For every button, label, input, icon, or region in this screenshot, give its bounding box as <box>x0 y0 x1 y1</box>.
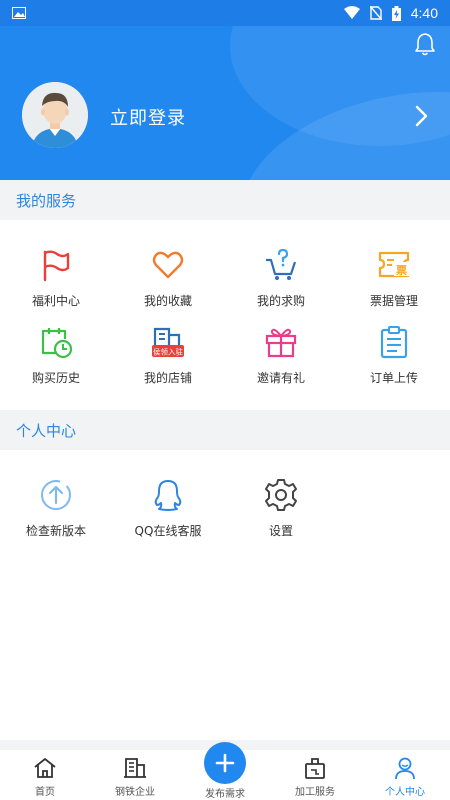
ticket-icon: 票 <box>378 251 410 278</box>
tab-label: 加工服务 <box>295 787 335 798</box>
service-label: 我的求购 <box>256 294 305 308</box>
store-badge: 侯领入驻 <box>153 347 183 357</box>
section-title-personal-center: 个人中心 <box>0 410 450 450</box>
personal-item-qq-service[interactable]: QQ在线客服 <box>112 478 224 539</box>
plus-icon <box>215 753 235 773</box>
personal-item-settings[interactable]: 设置 <box>225 478 337 539</box>
image-notification-icon <box>12 7 26 19</box>
personal-label: QQ在线客服 <box>134 524 202 538</box>
service-label: 邀请有礼 <box>256 371 305 385</box>
avatar[interactable] <box>22 82 88 148</box>
processing-icon <box>305 758 325 779</box>
bell-icon[interactable] <box>414 32 436 56</box>
gift-icon <box>265 328 297 358</box>
building-icon <box>124 758 146 778</box>
battery-icon <box>391 5 401 21</box>
status-bar: 4:40 <box>0 0 450 26</box>
status-time: 4:40 <box>410 5 438 21</box>
login-link[interactable]: 立即登录 <box>110 104 186 130</box>
service-item-purchase-history[interactable]: 购买历史 <box>0 325 112 386</box>
gear-icon <box>265 479 297 511</box>
wifi-icon <box>343 6 360 19</box>
personal-label: 检查新版本 <box>25 524 86 538</box>
tab-label: 钢铁企业 <box>115 787 155 798</box>
ticket-badge: 票 <box>396 264 407 277</box>
tab-label: 个人中心 <box>385 787 425 798</box>
service-item-my-store[interactable]: 侯领入驻 我的店铺 <box>112 325 224 386</box>
service-item-order-upload[interactable]: 订单上传 <box>338 325 450 386</box>
person-icon <box>395 757 415 780</box>
service-item-purchase-request[interactable]: 我的求购 <box>225 248 337 309</box>
tab-steel-enterprises[interactable]: 钢铁企业 <box>90 756 180 798</box>
service-label: 票据管理 <box>369 294 418 308</box>
service-item-ticket-management[interactable]: 票 票据管理 <box>338 248 450 309</box>
tab-label: 首页 <box>35 787 55 798</box>
section-title-my-services: 我的服务 <box>0 180 450 220</box>
service-label: 我的收藏 <box>143 294 192 308</box>
upload-circle-icon <box>41 480 71 510</box>
service-label: 福利中心 <box>31 294 80 308</box>
service-item-invite-gift[interactable]: 邀请有礼 <box>225 325 337 386</box>
store-icon: 侯领入驻 <box>152 327 184 357</box>
personal-item-check-update[interactable]: 检查新版本 <box>0 478 112 539</box>
cart-question-icon <box>266 248 297 280</box>
clipboard-icon <box>380 326 408 359</box>
profile-header: 立即登录 <box>0 26 450 180</box>
chevron-right-icon[interactable] <box>414 104 430 128</box>
tab-processing-services[interactable]: 加工服务 <box>270 756 360 798</box>
tab-personal-center[interactable]: 个人中心 <box>360 756 450 798</box>
service-item-welfare[interactable]: 福利中心 <box>0 248 112 309</box>
flag-icon <box>43 250 70 282</box>
publish-request-label: 发布需求 <box>205 789 245 800</box>
service-label: 购买历史 <box>31 371 80 385</box>
service-label: 我的店铺 <box>143 371 192 385</box>
home-icon <box>34 758 56 778</box>
service-label: 订单上传 <box>369 371 418 385</box>
qq-icon <box>154 480 182 511</box>
heart-icon <box>152 251 184 279</box>
tab-home[interactable]: 首页 <box>0 756 90 798</box>
calendar-clock-icon <box>41 328 73 359</box>
service-item-favorites[interactable]: 我的收藏 <box>112 248 224 309</box>
personal-label: 设置 <box>268 524 293 538</box>
no-sim-icon <box>369 6 382 20</box>
publish-request-button[interactable] <box>204 742 246 784</box>
